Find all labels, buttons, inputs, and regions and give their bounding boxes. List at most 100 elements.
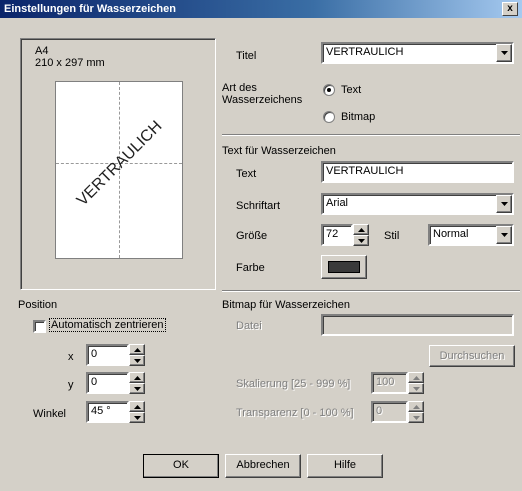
y-spin-down[interactable] — [129, 383, 145, 394]
x-label: x — [68, 351, 74, 363]
angle-label: Winkel — [33, 408, 67, 420]
size-input[interactable]: 72 — [321, 224, 353, 246]
title-label: Titel — [236, 50, 257, 62]
angle-input[interactable]: 45 ° — [86, 401, 129, 423]
transparency-spinner[interactable] — [408, 401, 424, 423]
watermark-type-label-line2: Wasserzeichens — [222, 94, 303, 106]
preview-paper-dimensions: 210 x 297 mm — [35, 57, 105, 69]
x-spin-down[interactable] — [129, 355, 145, 366]
size-spinner[interactable] — [353, 224, 369, 246]
help-button[interactable]: Hilfe — [307, 454, 383, 478]
scale-spin-down[interactable] — [408, 383, 424, 394]
watermark-settings-dialog: Einstellungen für Wasserzeichen x A4 210… — [0, 0, 522, 491]
font-select-value: Arial — [326, 197, 349, 209]
arrow-down-icon — [134, 416, 141, 420]
arrow-down-icon — [134, 359, 141, 363]
radio-bitmap[interactable]: Bitmap — [323, 111, 403, 125]
x-spinner[interactable] — [129, 344, 145, 366]
close-button[interactable]: x — [502, 2, 518, 16]
angle-spin-up[interactable] — [129, 401, 145, 412]
x-value: 0 — [91, 348, 98, 360]
color-swatch — [328, 261, 360, 273]
title-select-value: VERTRAULICH — [326, 46, 404, 58]
arrow-down-icon — [358, 239, 365, 243]
scale-label: Skalierung [25 - 999 %] — [236, 378, 351, 390]
font-select[interactable]: Arial — [321, 193, 514, 215]
radio-text-label: Text — [341, 84, 362, 96]
size-spin-down[interactable] — [353, 235, 369, 246]
radio-selected-dot — [327, 88, 331, 92]
file-input[interactable] — [321, 314, 514, 336]
browse-button[interactable]: Durchsuchen — [429, 345, 515, 367]
preview-paper-size: A4 — [35, 45, 49, 57]
watermark-text-value: VERTRAULICH — [326, 165, 404, 177]
browse-button-label: Durchsuchen — [439, 350, 505, 362]
window-title: Einstellungen für Wasserzeichen — [4, 3, 176, 15]
style-select[interactable]: Normal — [428, 224, 514, 246]
arrow-up-icon — [413, 405, 420, 409]
text-label: Text — [236, 168, 257, 180]
arrow-down-icon — [413, 416, 420, 420]
style-dropdown-button[interactable] — [496, 226, 512, 244]
size-value: 72 — [326, 228, 339, 240]
angle-value: 45 ° — [91, 405, 111, 417]
title-select[interactable]: VERTRAULICH — [321, 42, 514, 64]
help-button-label: Hilfe — [333, 459, 356, 471]
scale-spin-up[interactable] — [408, 372, 424, 383]
cancel-button[interactable]: Abbrechen — [225, 454, 301, 478]
radio-text[interactable]: Text — [323, 84, 403, 98]
chevron-down-icon — [501, 51, 508, 55]
arrow-up-icon — [413, 376, 420, 380]
title-bar[interactable]: Einstellungen für Wasserzeichen x — [0, 0, 522, 18]
color-button[interactable] — [321, 255, 367, 279]
font-dropdown-button[interactable] — [496, 195, 512, 213]
radio-text-button[interactable] — [323, 84, 335, 96]
preview-pane: A4 210 x 297 mm VERTRAULICH — [20, 38, 216, 290]
color-label: Farbe — [236, 262, 265, 274]
ok-button-label: OK — [173, 459, 189, 471]
scale-input[interactable]: 100 — [371, 372, 408, 394]
ok-button[interactable]: OK — [143, 454, 219, 478]
style-select-value: Normal — [433, 228, 469, 240]
angle-spinner[interactable] — [129, 401, 145, 423]
angle-spin-down[interactable] — [129, 412, 145, 423]
transparency-input[interactable]: 0 — [371, 401, 408, 423]
transparency-value: 0 — [376, 405, 383, 417]
style-label: Stil — [384, 230, 400, 242]
radio-bitmap-button[interactable] — [323, 111, 335, 123]
arrow-up-icon — [134, 348, 141, 352]
close-icon: x — [507, 3, 513, 14]
divider-bitmap — [222, 290, 520, 292]
arrow-up-icon — [134, 405, 141, 409]
transparency-spin-down[interactable] — [408, 412, 424, 423]
font-label: Schriftart — [236, 200, 281, 212]
y-input[interactable]: 0 — [86, 372, 129, 394]
y-spinner[interactable] — [129, 372, 145, 394]
arrow-up-icon — [358, 228, 365, 232]
chevron-down-icon — [501, 202, 508, 206]
position-heading: Position — [18, 299, 58, 311]
y-spin-up[interactable] — [129, 372, 145, 383]
size-label: Größe — [236, 230, 268, 242]
divider-top — [222, 134, 520, 136]
x-input[interactable]: 0 — [86, 344, 129, 366]
auto-center-checkbox[interactable] — [33, 320, 46, 333]
preview-watermark-text: VERTRAULICH — [73, 117, 166, 210]
watermark-type-label-line1: Art des — [222, 82, 257, 94]
file-label: Datei — [236, 320, 262, 332]
x-spin-up[interactable] — [129, 344, 145, 355]
scale-spinner[interactable] — [408, 372, 424, 394]
arrow-up-icon — [134, 376, 141, 380]
y-label: y — [68, 379, 74, 391]
arrow-down-icon — [134, 387, 141, 391]
transparency-label: Transparenz [0 - 100 %] — [236, 407, 354, 419]
auto-center-label[interactable]: Automatisch zentrieren — [49, 318, 166, 332]
title-dropdown-button[interactable] — [496, 44, 512, 62]
size-spin-up[interactable] — [353, 224, 369, 235]
arrow-down-icon — [413, 387, 420, 391]
bitmap-section-heading: Bitmap für Wasserzeichen — [222, 299, 350, 311]
preview-page: VERTRAULICH — [55, 81, 183, 259]
transparency-spin-up[interactable] — [408, 401, 424, 412]
chevron-down-icon — [501, 233, 508, 237]
watermark-text-input[interactable]: VERTRAULICH — [321, 161, 514, 183]
